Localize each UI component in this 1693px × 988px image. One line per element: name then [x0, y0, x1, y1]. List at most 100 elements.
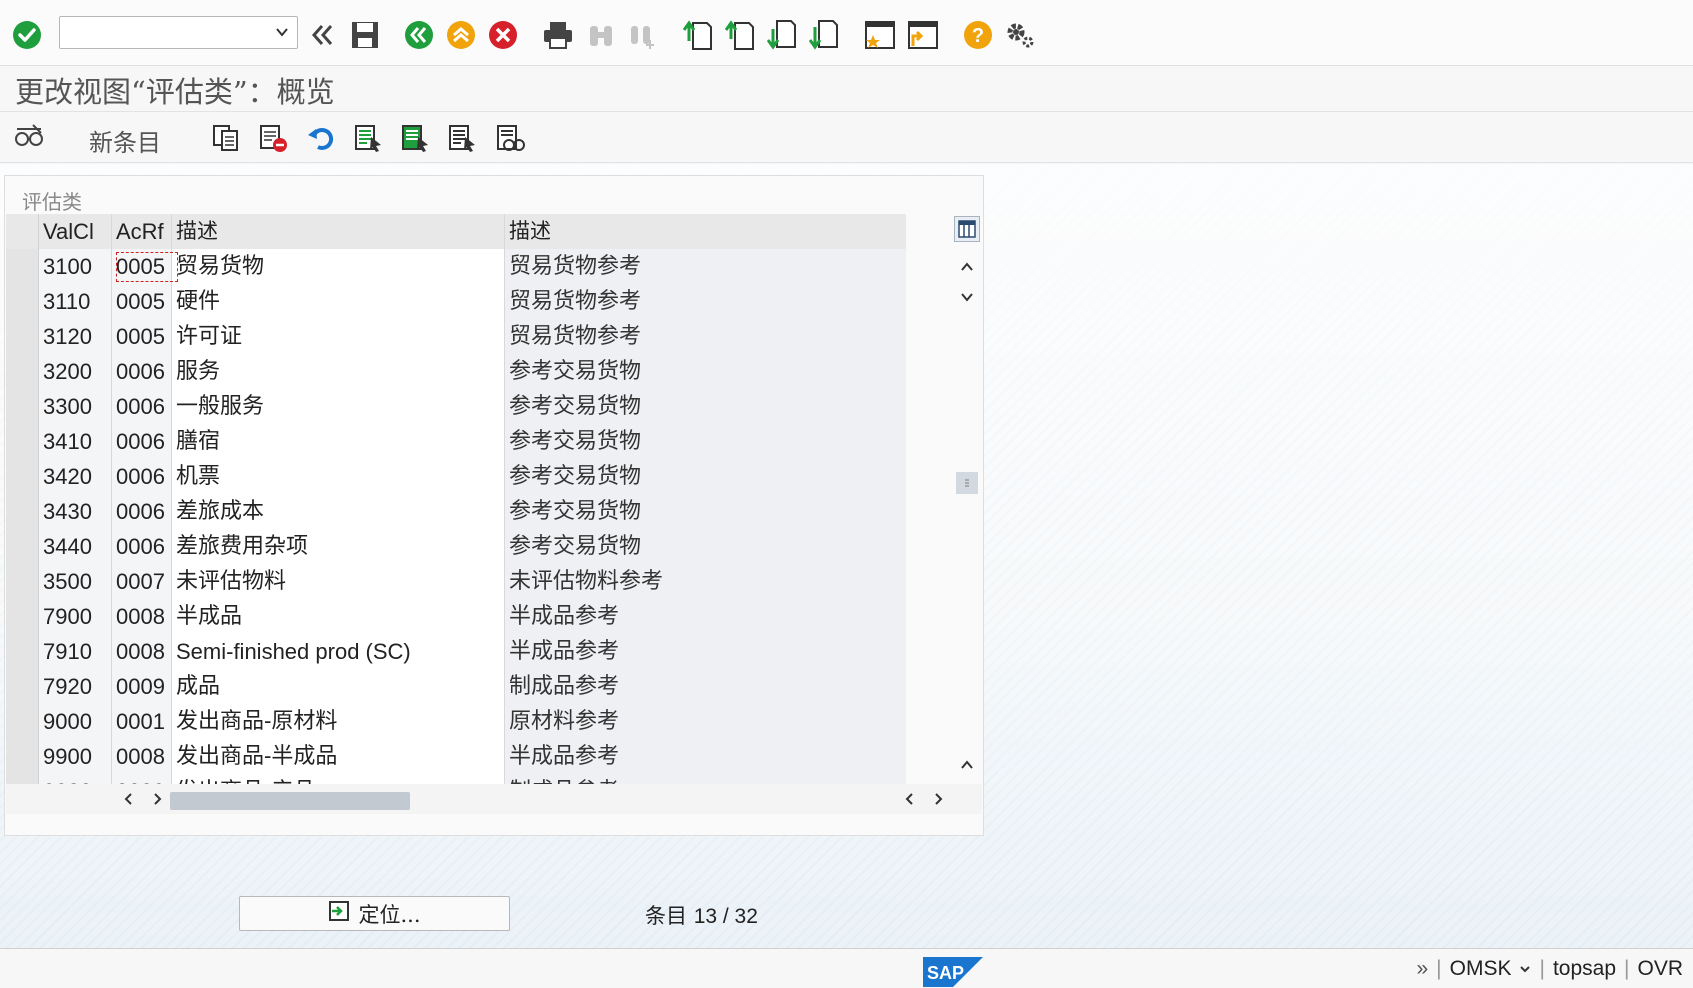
row-selector[interactable]	[6, 459, 39, 494]
double-left-icon[interactable]	[305, 18, 339, 52]
cell-description[interactable]: 发出商品-原材料	[172, 704, 505, 739]
row-selector[interactable]	[6, 634, 39, 669]
exit-icon[interactable]	[444, 18, 478, 52]
cell-valcl[interactable]: 3110	[39, 284, 112, 319]
cell-description[interactable]: 半成品	[172, 599, 505, 634]
system-id[interactable]: OMSK	[1450, 957, 1512, 981]
cell-valcl[interactable]: 3410	[39, 424, 112, 459]
cell-description[interactable]: 硬件	[172, 284, 505, 319]
horizontal-scroll-thumb[interactable]	[170, 792, 410, 810]
copy-icon[interactable]	[209, 121, 243, 155]
cell-acrf[interactable]: 0005	[112, 249, 172, 284]
last-page-icon[interactable]	[807, 18, 841, 52]
cell-acrf[interactable]: 0001	[112, 704, 172, 739]
cell-acrf[interactable]: 0005	[112, 284, 172, 319]
next-page-icon[interactable]	[765, 18, 799, 52]
deselect-all-icon[interactable]	[445, 121, 479, 155]
row-selector[interactable]	[6, 494, 39, 529]
vertical-scrollbar[interactable]	[951, 214, 983, 798]
row-selector[interactable]	[6, 669, 39, 704]
cell-valcl[interactable]: 3420	[39, 459, 112, 494]
save-icon[interactable]	[348, 18, 382, 52]
scroll-thumb[interactable]	[956, 472, 978, 494]
cell-description[interactable]: 未评估物料	[172, 564, 505, 599]
first-page-icon[interactable]	[681, 18, 715, 52]
cell-acrf[interactable]: 0008	[112, 634, 172, 669]
cell-acrf[interactable]: 0006	[112, 529, 172, 564]
cell-description[interactable]: 许可证	[172, 319, 505, 354]
cell-valcl[interactable]: 7900	[39, 599, 112, 634]
cell-description[interactable]: 成品	[172, 669, 505, 704]
row-selector[interactable]	[6, 354, 39, 389]
scroll-left-icon[interactable]	[900, 789, 920, 809]
cell-acrf[interactable]: 0008	[112, 739, 172, 774]
scroll-right-icon[interactable]	[928, 789, 948, 809]
settings-icon[interactable]	[1003, 18, 1037, 52]
back-icon[interactable]	[402, 18, 436, 52]
cell-valcl[interactable]: 9900	[39, 739, 112, 774]
cell-valcl[interactable]: 3500	[39, 564, 112, 599]
cell-valcl[interactable]: 7920	[39, 669, 112, 704]
print-icon[interactable]	[541, 18, 575, 52]
new-entries-button[interactable]: 新条目	[89, 123, 161, 158]
scroll-left-icon[interactable]	[119, 789, 139, 809]
scroll-right-icon[interactable]	[147, 789, 167, 809]
cell-valcl[interactable]: 3300	[39, 389, 112, 424]
column-header-description[interactable]: 描述	[172, 214, 505, 249]
row-selector[interactable]	[6, 564, 39, 599]
row-selector[interactable]	[6, 704, 39, 739]
previous-page-icon[interactable]	[723, 18, 757, 52]
undo-icon[interactable]	[304, 121, 338, 155]
horizontal-scrollbar[interactable]	[6, 784, 982, 814]
cell-acrf[interactable]: 0006	[112, 494, 172, 529]
check-icon[interactable]	[10, 18, 44, 52]
shortcut-icon[interactable]	[906, 18, 940, 52]
cancel-icon[interactable]	[486, 18, 520, 52]
cell-valcl[interactable]: 3100	[39, 249, 112, 284]
cell-acrf[interactable]: 0006	[112, 389, 172, 424]
cell-description[interactable]: 差旅费用杂项	[172, 529, 505, 564]
row-selector[interactable]	[6, 389, 39, 424]
cell-valcl[interactable]: 3440	[39, 529, 112, 564]
cell-valcl[interactable]: 3200	[39, 354, 112, 389]
select-block-icon[interactable]	[398, 121, 432, 155]
column-header-acrf[interactable]: AcRf	[112, 214, 172, 249]
cell-acrf[interactable]: 0009	[112, 669, 172, 704]
cell-description[interactable]: 服务	[172, 354, 505, 389]
cell-valcl[interactable]: 9000	[39, 704, 112, 739]
cell-valcl[interactable]: 7910	[39, 634, 112, 669]
delete-icon[interactable]	[256, 121, 290, 155]
cell-acrf[interactable]: 0006	[112, 354, 172, 389]
cell-acrf[interactable]: 0007	[112, 564, 172, 599]
scroll-up-icon[interactable]	[956, 256, 978, 278]
cell-valcl[interactable]: 3430	[39, 494, 112, 529]
print-field-icon[interactable]	[493, 121, 527, 155]
cell-description[interactable]: 差旅成本	[172, 494, 505, 529]
cell-acrf[interactable]: 0006	[112, 459, 172, 494]
cell-description[interactable]: 贸易货物	[172, 249, 505, 284]
cell-acrf[interactable]: 0005	[112, 319, 172, 354]
row-selector[interactable]	[6, 424, 39, 459]
position-button[interactable]: 定位...	[239, 896, 510, 931]
cell-description[interactable]: Semi-finished prod (SC)	[172, 634, 505, 669]
cell-description[interactable]: 发出商品-半成品	[172, 739, 505, 774]
table-settings-icon[interactable]	[954, 216, 980, 242]
chevron-down-icon[interactable]	[275, 24, 289, 43]
cell-valcl[interactable]: 3120	[39, 319, 112, 354]
chevron-down-icon[interactable]	[1519, 957, 1531, 981]
cell-acrf[interactable]: 0006	[112, 424, 172, 459]
cell-acrf[interactable]: 0008	[112, 599, 172, 634]
row-selector[interactable]	[6, 529, 39, 564]
cell-description[interactable]: 一般服务	[172, 389, 505, 424]
row-selector[interactable]	[6, 319, 39, 354]
row-selector[interactable]	[6, 249, 39, 284]
cell-description[interactable]: 机票	[172, 459, 505, 494]
column-header-valcl[interactable]: ValCl	[39, 214, 112, 249]
select-all-icon[interactable]	[351, 121, 385, 155]
cell-description[interactable]: 膳宿	[172, 424, 505, 459]
command-field[interactable]	[59, 16, 298, 49]
scroll-down-icon[interactable]	[956, 286, 978, 308]
select-all-column-header[interactable]	[6, 214, 39, 249]
row-selector[interactable]	[6, 599, 39, 634]
new-session-icon[interactable]	[863, 18, 897, 52]
